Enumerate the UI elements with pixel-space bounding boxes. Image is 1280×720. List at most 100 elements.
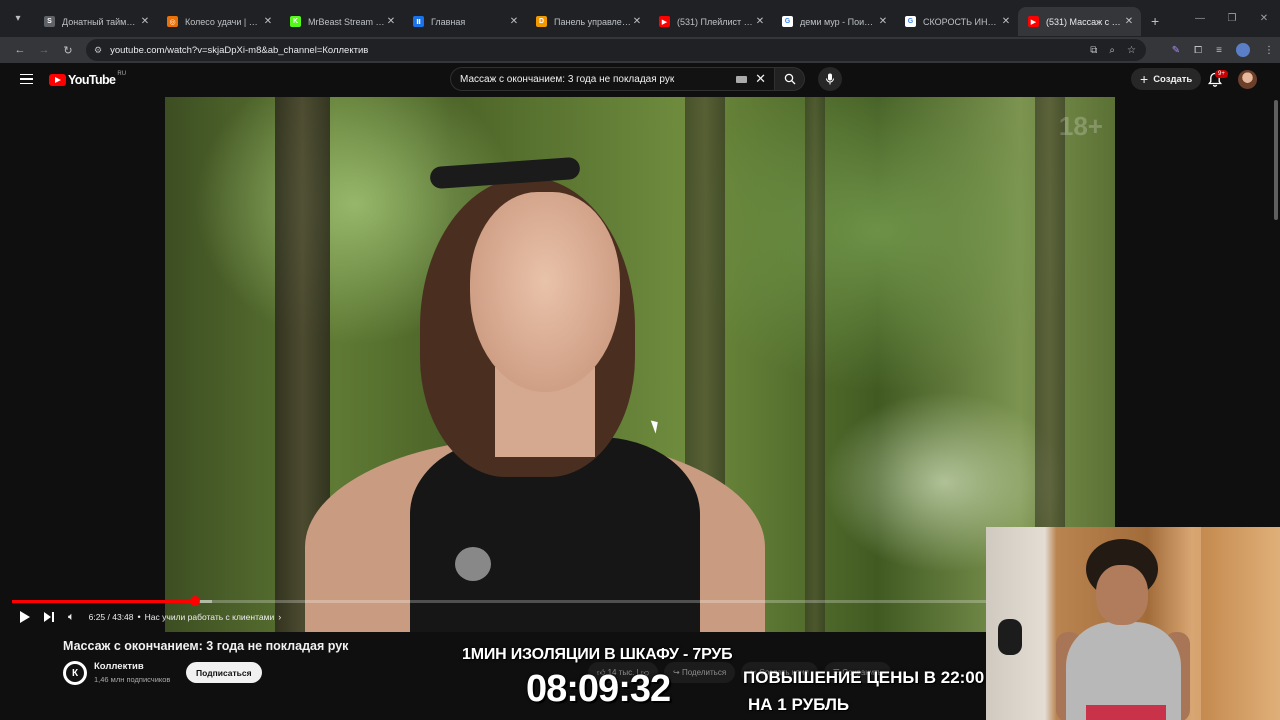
browser-tab[interactable]: ▶ (531) Массаж с окон ✕ — [1018, 7, 1141, 36]
close-window-icon[interactable]: ✕ — [1248, 0, 1280, 37]
next-button[interactable] — [44, 612, 54, 622]
browser-menu-icon[interactable]: ⋮ — [1264, 45, 1274, 56]
tab-favicon-icon: D — [536, 16, 547, 27]
tab-close-icon[interactable]: ✕ — [508, 16, 520, 27]
lapel-microphone — [455, 547, 491, 581]
url-text: youtube.com/watch?v=skjaDpXi-m8&ab_chann… — [110, 44, 369, 56]
create-button[interactable]: + Создать — [1131, 68, 1202, 90]
tab-close-icon[interactable]: ✕ — [385, 16, 397, 27]
next-icon — [44, 612, 51, 622]
tab-close-icon[interactable]: ✕ — [1123, 16, 1135, 27]
wardrobe-door — [1201, 527, 1280, 720]
progress-bar[interactable] — [12, 596, 987, 606]
extensions-puzzle-icon[interactable]: ⧠ — [1194, 45, 1202, 56]
bullet-separator: • — [137, 612, 141, 622]
maximize-icon[interactable]: ❐ — [1216, 0, 1248, 37]
browser-tab-bar: ▾ S Донатный таймер (н ✕ ◎ Колесо удачи | Оп… — [0, 0, 1280, 37]
browser-toolbar: ← → ↻ ⚙ youtube.com/watch?v=skjaDpXi-m8&… — [0, 37, 1280, 63]
voice-search-button[interactable] — [818, 67, 842, 91]
youtube-play-logo-icon — [49, 74, 66, 86]
browser-tab[interactable]: G СКОРОСТЬ ИНТЕРН✕ — [895, 7, 1018, 36]
tab-title: (531) Плейлист с но — [677, 16, 754, 27]
share-arrow-icon: ↪ — [673, 668, 680, 677]
browser-tab[interactable]: D Панель управления ✕ — [526, 7, 649, 36]
channel-name[interactable]: Коллектив — [94, 661, 144, 672]
logo-text: YouTube — [68, 73, 116, 87]
tab-search-chevron-icon[interactable]: ▾ — [8, 9, 28, 29]
play-button[interactable] — [20, 611, 30, 623]
person-face — [470, 192, 620, 392]
keyboard-icon[interactable] — [736, 75, 748, 83]
played-bar — [12, 600, 196, 603]
browser-tab[interactable]: ◎ Колесо удачи | Опр ✕ — [157, 7, 280, 36]
search-input[interactable]: Массаж с окончанием: 3 года не покладая … — [450, 67, 775, 91]
video-player[interactable]: 18+ — [165, 97, 1115, 632]
browser-tab[interactable]: ▶ (531) Плейлист с но ✕ — [649, 7, 772, 36]
bookmark-star-icon[interactable]: ☆ — [1127, 45, 1136, 56]
tab-favicon-icon: S — [44, 16, 55, 27]
page-scrollbar[interactable] — [1274, 100, 1278, 220]
tab-strip: S Донатный таймер (н ✕ ◎ Колесо удачи | Опр ✕… — [34, 1, 1141, 36]
volume-icon[interactable]: 🔈︎ — [68, 611, 75, 624]
tab-title: (531) Массаж с окон — [1046, 16, 1123, 27]
tab-close-icon[interactable]: ✕ — [1000, 16, 1012, 27]
tab-close-icon[interactable]: ✕ — [631, 16, 643, 27]
tab-title: Колесо удачи | Опр — [185, 16, 262, 27]
player-controls: 🔈︎ 6:25 / 43:48 • Нас учили работать с к… — [0, 606, 987, 628]
subscribe-button[interactable]: Подписаться — [186, 662, 262, 683]
tab-close-icon[interactable]: ✕ — [754, 16, 766, 27]
media-control-icon[interactable]: ≡ — [1216, 45, 1222, 56]
age-rating-badge: 18+ — [1058, 111, 1103, 141]
browser-tab[interactable]: S Донатный таймер (н ✕ — [34, 7, 157, 36]
window-controls: — ❐ ✕ — [1184, 0, 1280, 37]
clear-search-icon[interactable]: ✕ — [755, 71, 766, 87]
youtube-logo[interactable]: YouTube RU — [49, 71, 126, 87]
create-label: Создать — [1153, 73, 1193, 85]
share-label: Поделиться — [681, 668, 727, 677]
chapter-title[interactable]: Нас учили работать с клиентами — [145, 612, 275, 622]
minimize-icon[interactable]: — — [1184, 0, 1216, 37]
forward-arrow-icon[interactable]: → — [32, 44, 56, 56]
extension-pen-icon[interactable]: ✎ — [1172, 45, 1180, 56]
new-tab-plus-icon[interactable]: + — [1151, 13, 1159, 29]
reload-icon[interactable]: ↻ — [56, 44, 80, 57]
tab-title: Панель управления — [554, 16, 631, 27]
hamburger-menu-icon[interactable] — [20, 74, 33, 84]
tab-close-icon[interactable]: ✕ — [877, 16, 889, 27]
plus-icon: + — [1140, 71, 1149, 87]
tab-title: СКОРОСТЬ ИНТЕРН — [923, 16, 1000, 27]
tab-title: MrBeast Stream - Wa — [308, 16, 385, 27]
mouse-cursor-icon — [650, 418, 662, 434]
streamer-webcam — [986, 527, 1280, 720]
extensions-area: ✎ ⧠ ≡ ⋮ — [1172, 43, 1274, 57]
youtube-header: YouTube RU Массаж с окончанием: 3 года н… — [0, 63, 1280, 97]
search-button[interactable] — [775, 67, 805, 91]
overlay-price-increase: ПОВЫШЕНИЕ ЦЕНЫ В 22:00 — [743, 668, 985, 687]
install-app-icon[interactable]: ⧉ — [1090, 45, 1097, 56]
share-button[interactable]: ↪ Поделиться — [664, 662, 736, 683]
tab-close-icon[interactable]: ✕ — [139, 16, 151, 27]
channel-avatar-letter: К — [66, 664, 84, 682]
profile-avatar-icon[interactable] — [1236, 43, 1250, 57]
tab-favicon-icon: G — [782, 16, 793, 27]
video-title: Массаж с окончанием: 3 года не покладая … — [63, 639, 349, 653]
address-bar[interactable]: ⚙ youtube.com/watch?v=skjaDpXi-m8&ab_cha… — [86, 39, 1146, 61]
tab-favicon-icon: G — [905, 16, 916, 27]
back-arrow-icon[interactable]: ← — [8, 44, 32, 56]
streamer-face — [1096, 565, 1148, 625]
overlay-donation-timer: 08:09:32 — [526, 668, 671, 710]
zoom-icon[interactable]: ⌕ — [1109, 45, 1115, 56]
tab-close-icon[interactable]: ✕ — [262, 16, 274, 27]
account-avatar[interactable] — [1238, 70, 1257, 89]
channel-avatar[interactable]: К — [63, 661, 87, 685]
browser-tab[interactable]: Ⅱ Главная ✕ — [403, 7, 526, 36]
tab-title: деми мур - Поиск в — [800, 16, 877, 27]
browser-tab[interactable]: K MrBeast Stream - Wa✕ — [280, 7, 403, 36]
browser-tab[interactable]: Gдеми мур - Поиск в ✕ — [772, 7, 895, 36]
site-info-icon[interactable]: ⚙ — [94, 45, 102, 56]
screen: ▾ S Донатный таймер (н ✕ ◎ Колесо удачи | Оп… — [0, 0, 1280, 720]
search-icon — [784, 73, 795, 85]
microphone-icon — [826, 73, 834, 85]
chapter-chevron-icon[interactable]: › — [278, 612, 281, 622]
next-icon-bar — [52, 612, 54, 622]
